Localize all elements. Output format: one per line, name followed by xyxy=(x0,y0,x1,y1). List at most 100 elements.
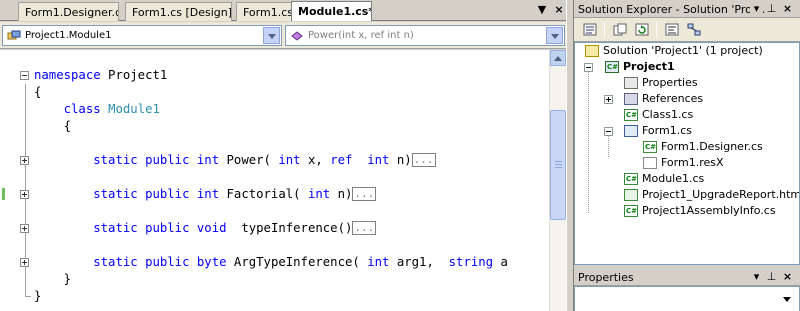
keyword: public xyxy=(145,221,190,235)
object-selector-dropdown[interactable] xyxy=(577,289,797,309)
type-selector-dropdown[interactable]: Project1.Module1 xyxy=(2,25,282,46)
tab-list-dropdown-icon[interactable]: ▼ xyxy=(535,3,549,17)
expand-argtypeinference-icon[interactable] xyxy=(20,258,29,267)
code-text: a xyxy=(493,255,508,269)
auto-hide-pin-icon[interactable]: ⊥ xyxy=(765,2,778,15)
keyword: ref xyxy=(330,153,353,167)
brace: { xyxy=(63,119,72,133)
window-position-dropdown-icon[interactable]: ▾ xyxy=(750,270,763,283)
tree-item-label: Project1 xyxy=(623,60,675,73)
code-text: ( xyxy=(263,153,279,167)
tab-label: Form1.cs [Design] xyxy=(132,6,232,19)
code-line-class: class Module1 xyxy=(34,101,160,117)
code-text: arg1, xyxy=(389,255,449,269)
editor-gutter xyxy=(0,50,16,311)
tree-item-label: Form1.Designer.cs xyxy=(661,140,763,153)
code-text: x, xyxy=(300,153,331,167)
collapse-project-icon[interactable] xyxy=(584,63,593,72)
collapse-namespace-icon[interactable] xyxy=(20,71,29,80)
panel-title: Properties xyxy=(578,271,634,284)
properties-button[interactable] xyxy=(580,21,600,39)
tree-item-label: Module1.cs xyxy=(642,172,705,185)
class-name: Module1 xyxy=(108,102,160,116)
tab-form1-cs-design[interactable]: Form1.cs [Design] xyxy=(125,2,232,21)
tab-label: Form1.Designer.cs xyxy=(25,6,119,19)
code-line-namespace-close-brace: } xyxy=(34,288,41,304)
keyword: public xyxy=(145,153,190,167)
keyword: int xyxy=(196,153,220,167)
code-editor: Form1.Designer.cs Form1.cs [Design] Form… xyxy=(0,0,570,311)
close-panel-icon[interactable]: × xyxy=(781,2,794,15)
keyword: public xyxy=(145,255,190,269)
expand-power-icon[interactable] xyxy=(20,156,29,165)
solution-icon xyxy=(585,45,599,57)
collapsed-region-marker[interactable]: ... xyxy=(352,187,377,201)
scroll-up-arrow-icon[interactable] xyxy=(550,50,566,66)
pane-splitter[interactable] xyxy=(566,0,574,311)
method-name: typeInference() xyxy=(241,221,353,235)
editor-vertical-scrollbar[interactable] xyxy=(549,50,566,311)
tab-module1-cs[interactable]: Module1.cs* xyxy=(291,1,372,21)
code-text-area[interactable]: namespace Project1 { class Module1 { sta… xyxy=(0,50,549,311)
close-panel-icon[interactable]: × xyxy=(781,270,794,283)
tab-form1-cs[interactable]: Form1.cs xyxy=(236,2,292,21)
refresh-button[interactable] xyxy=(632,21,652,39)
navigation-bar: Project1.Module1 Power(int x, ref int n) xyxy=(0,22,570,49)
keyword: class xyxy=(63,102,101,116)
tab-label: Form1.cs xyxy=(243,6,292,19)
html-file-icon xyxy=(624,189,638,201)
scrollbar-thumb[interactable] xyxy=(550,110,566,220)
method-name: Factorial xyxy=(226,187,294,201)
tab-form1-designer-cs[interactable]: Form1.Designer.cs xyxy=(18,2,119,21)
method-name: ArgTypeInference xyxy=(233,255,353,269)
member-selector-value: Power(int x, ref int n) xyxy=(308,30,414,41)
member-selector-dropdown[interactable]: Power(int x, ref int n) xyxy=(285,25,565,46)
grip-line xyxy=(555,167,562,168)
show-all-files-button[interactable] xyxy=(610,21,630,39)
namespace-name: Project1 xyxy=(108,68,168,82)
code-text: n) xyxy=(396,153,412,167)
collapsed-region-marker[interactable]: ... xyxy=(352,221,377,235)
tree-item-label: Properties xyxy=(642,76,698,89)
references-icon xyxy=(624,93,638,105)
keyword: namespace xyxy=(34,68,101,82)
collapsed-region-marker[interactable]: ... xyxy=(411,153,436,167)
code-text: ( xyxy=(352,255,368,269)
properties-folder-icon xyxy=(624,77,638,89)
toolbar-separator xyxy=(656,22,657,37)
tree-item-label: References xyxy=(642,92,704,105)
view-code-button[interactable] xyxy=(662,21,682,39)
show-all-files-icon xyxy=(613,23,627,36)
method-icon xyxy=(291,31,303,41)
solution-tree[interactable]: Solution 'Project1' (1 project) Project1… xyxy=(574,42,800,265)
code-text: n) xyxy=(330,187,353,201)
expand-typeinference-icon[interactable] xyxy=(20,224,29,233)
brace: { xyxy=(34,85,42,99)
keyword: int xyxy=(196,187,220,201)
tree-item-label: Project1AssemblyInfo.cs xyxy=(642,204,776,217)
keyword: int xyxy=(367,153,390,167)
tab-label: Module1.cs* xyxy=(298,5,372,18)
auto-hide-pin-icon[interactable]: ⊥ xyxy=(765,270,778,283)
solution-explorer-toolbar xyxy=(574,18,800,42)
outline-guide-end xyxy=(25,296,31,297)
tree-item-label: Solution 'Project1' (1 project) xyxy=(603,44,763,57)
window-position-dropdown-icon[interactable]: ▾ xyxy=(750,2,763,15)
grip-line xyxy=(555,161,562,162)
view-class-diagram-button[interactable] xyxy=(684,21,704,39)
expand-references-icon[interactable] xyxy=(604,95,613,104)
csharp-file-icon xyxy=(643,141,657,153)
close-document-icon[interactable]: × xyxy=(552,3,566,17)
toolbar-separator xyxy=(604,22,605,37)
chevron-down-icon[interactable] xyxy=(546,27,563,44)
brace: } xyxy=(34,289,42,303)
code-line-class-close-brace: } xyxy=(34,271,71,287)
keyword: string xyxy=(448,255,494,269)
expand-factorial-icon[interactable] xyxy=(20,190,29,199)
code-line-open-brace: { xyxy=(34,84,41,100)
type-selector-value: Project1.Module1 xyxy=(25,30,112,41)
chevron-down-icon[interactable] xyxy=(263,27,280,44)
collapse-form1-icon[interactable] xyxy=(604,127,613,136)
properties-panel: Properties ▾ ⊥ × xyxy=(574,265,800,311)
document-tab-bar: Form1.Designer.cs Form1.cs [Design] Form… xyxy=(0,0,570,21)
